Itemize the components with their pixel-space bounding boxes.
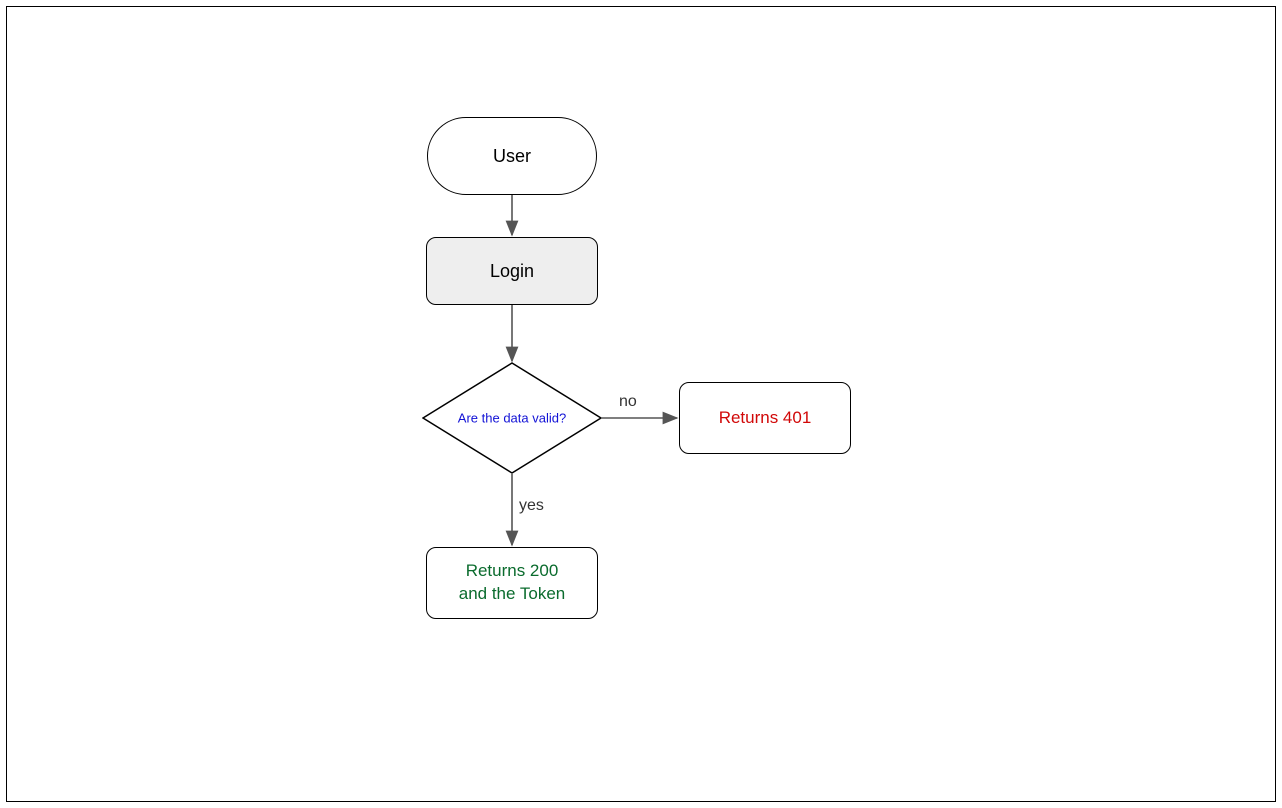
node-decision-label: Are the data valid?: [422, 411, 602, 426]
arrow-login-to-decision: [510, 305, 514, 365]
node-user: User: [427, 117, 597, 195]
edge-label-yes: yes: [519, 497, 544, 515]
node-login-label: Login: [490, 261, 534, 282]
node-decision: Are the data valid?: [422, 362, 602, 474]
arrow-decision-to-401: [602, 416, 682, 420]
edge-label-no: no: [619, 393, 637, 411]
node-user-label: User: [493, 146, 531, 167]
arrow-user-to-login: [510, 195, 514, 239]
node-result-200: Returns 200 and the Token: [426, 547, 598, 619]
arrow-decision-to-200: [510, 474, 514, 550]
node-result-401: Returns 401: [679, 382, 851, 454]
flowchart-canvas: User Login Are the data valid? Returns 4…: [6, 6, 1276, 802]
node-login: Login: [426, 237, 598, 305]
node-result-200-label: Returns 200 and the Token: [459, 560, 566, 606]
node-result-401-label: Returns 401: [719, 407, 812, 430]
